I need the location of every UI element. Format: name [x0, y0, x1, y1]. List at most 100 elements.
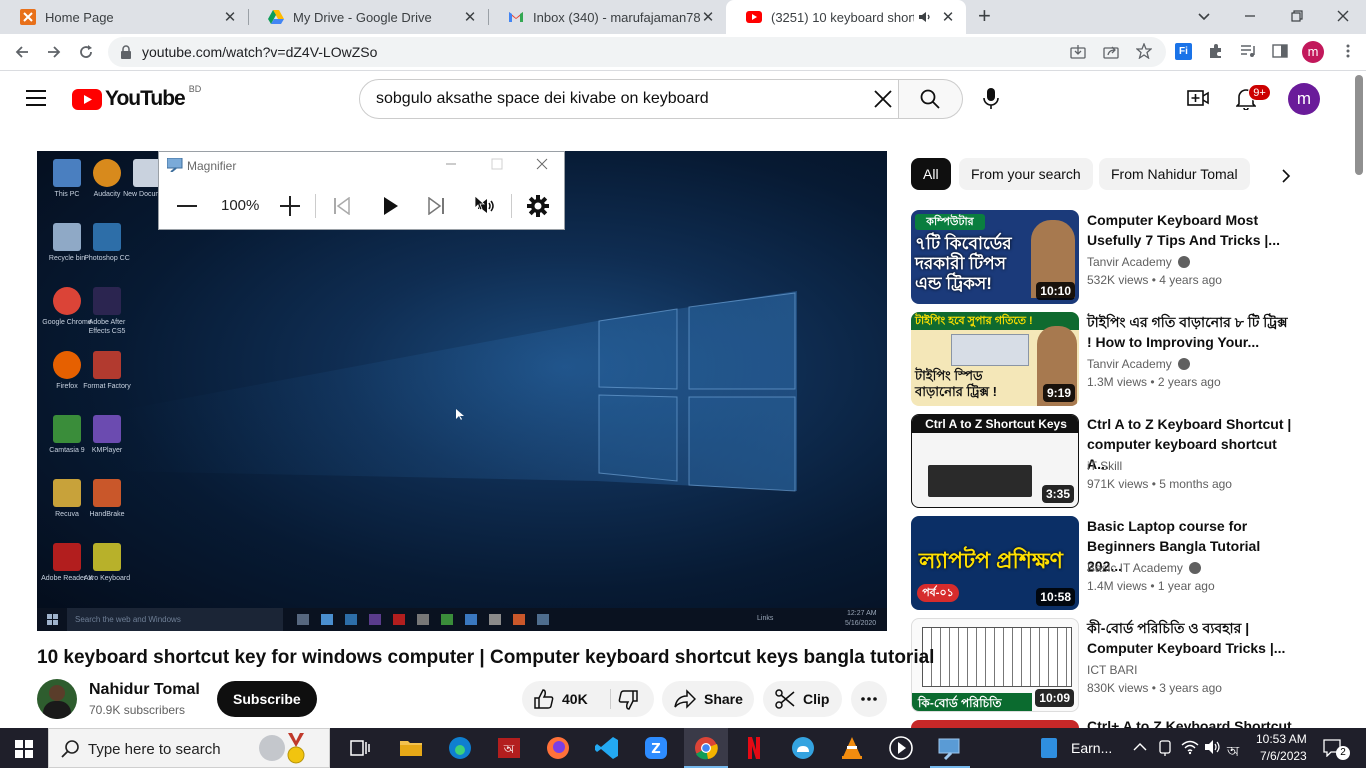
- magnifier-close-button[interactable]: [536, 158, 548, 170]
- voice-search-microphone-icon[interactable]: [983, 88, 999, 110]
- channel-name[interactable]: Nahidur Tomal: [89, 681, 200, 699]
- like-thumb-icon[interactable]: [534, 689, 554, 709]
- lock-icon[interactable]: [120, 45, 132, 59]
- read-aloud-speaker-icon[interactable]: [475, 196, 497, 216]
- reload-icon[interactable]: [78, 44, 94, 60]
- minimize-window-button[interactable]: [1242, 8, 1258, 24]
- video-thumbnail[interactable]: ল্যাপটপ প্রশিক্ষণ পর্ব-০১ 10:58: [911, 516, 1079, 610]
- magnifier-window[interactable]: Magnifier 100%: [158, 151, 565, 230]
- channel-name[interactable]: iT Skill: [1087, 459, 1122, 473]
- tab-home-page[interactable]: Home Page ✕: [0, 0, 248, 34]
- app-red-grid-icon[interactable]: অ: [495, 734, 523, 762]
- hamburger-menu-icon[interactable]: [26, 89, 46, 107]
- close-tab-icon[interactable]: ✕: [222, 9, 238, 26]
- video-thumbnail[interactable]: [911, 720, 1079, 728]
- close-window-button[interactable]: [1335, 8, 1351, 24]
- create-video-icon[interactable]: [1187, 89, 1209, 107]
- zoom-in-button[interactable]: [279, 195, 301, 217]
- close-tab-icon[interactable]: ✕: [700, 9, 716, 26]
- close-tab-icon[interactable]: ✕: [462, 9, 478, 26]
- clip-button[interactable]: Clip: [763, 681, 842, 717]
- suggested-video[interactable]: টাইপিং হবে সুপার গতিতে ! টাইপিং স্পিড বা…: [911, 312, 1311, 406]
- taskbar-clock-date[interactable]: 7/6/2023: [1260, 749, 1307, 763]
- magnifier-taskbar-icon[interactable]: [936, 734, 964, 762]
- next-track-icon[interactable]: [427, 197, 445, 215]
- windows-start-icon[interactable]: [15, 740, 33, 758]
- channel-name[interactable]: Basic IT Academy: [1087, 561, 1201, 575]
- suggested-video[interactable]: Ctrl A to Z Shortcut Keys 3:35 Ctrl A to…: [911, 414, 1311, 508]
- channel-name[interactable]: ICT BARI: [1087, 663, 1137, 677]
- chip-from-channel[interactable]: From Nahidur Tomal: [1099, 158, 1250, 190]
- page-scrollbar-thumb[interactable]: [1355, 75, 1363, 175]
- clear-search-icon[interactable]: [874, 90, 892, 108]
- share-page-icon[interactable]: [1103, 44, 1119, 60]
- restore-window-button[interactable]: [1289, 8, 1305, 24]
- forward-arrow-icon[interactable]: [46, 44, 62, 60]
- video-thumbnail[interactable]: টাইপিং হবে সুপার গতিতে ! টাইপিং স্পিড বা…: [911, 312, 1079, 406]
- play-icon[interactable]: [383, 196, 399, 216]
- extension-fi-icon[interactable]: Fi: [1175, 43, 1192, 60]
- tab-audio-playing-icon[interactable]: [918, 10, 932, 24]
- bookmark-star-icon[interactable]: [1136, 43, 1152, 59]
- video-thumbnail[interactable]: Ctrl A to Z Shortcut Keys 3:35: [911, 414, 1079, 508]
- task-view-icon[interactable]: [346, 734, 374, 762]
- zoom-app-icon[interactable]: Z: [642, 734, 670, 762]
- video-thumbnail[interactable]: কি-বোর্ড পরিচিতি 10:09: [911, 618, 1079, 712]
- channel-avatar[interactable]: [37, 679, 77, 719]
- install-app-icon[interactable]: [1070, 44, 1086, 60]
- media-controls-icon[interactable]: [1240, 43, 1256, 59]
- youtube-search-input[interactable]: sobgulo aksathe space dei kivabe on keyb…: [359, 79, 899, 119]
- browser-menu-icon[interactable]: [1340, 43, 1356, 59]
- suggested-video[interactable]: কম্পিউটার ৭টি কিবোর্ডের দরকারী টিপস এন্ড…: [911, 210, 1311, 304]
- show-hidden-icons-chevron-icon[interactable]: [1133, 741, 1147, 753]
- file-explorer-icon[interactable]: [397, 734, 425, 762]
- device-icon[interactable]: [1157, 739, 1173, 757]
- wifi-icon[interactable]: [1181, 739, 1199, 755]
- search-button[interactable]: [899, 79, 963, 119]
- volume-icon[interactable]: [1204, 739, 1222, 755]
- chip-all[interactable]: All: [911, 158, 951, 190]
- suggested-video-partial[interactable]: Ctrl+ A to Z Keyboard Shortcut: [911, 720, 1311, 728]
- more-actions-button[interactable]: [851, 681, 887, 717]
- share-button[interactable]: Share: [662, 681, 754, 717]
- video-title[interactable]: টাইপিং এর গতি বাড়ানোর ৮ টি ট্রিক্স ! Ho…: [1087, 312, 1292, 352]
- magnifier-minimize-button[interactable]: [445, 158, 457, 170]
- video-title[interactable]: Ctrl+ A to Z Keyboard Shortcut: [1087, 720, 1292, 728]
- dislike-thumb-icon[interactable]: [618, 690, 638, 710]
- taskbar-search-box[interactable]: Type here to search: [48, 728, 330, 768]
- channel-name[interactable]: Tanvir Academy: [1087, 255, 1190, 269]
- tab-gmail-inbox[interactable]: Inbox (340) - marufajaman78@gm ✕: [488, 0, 726, 34]
- tab-google-drive[interactable]: My Drive - Google Drive ✕: [248, 0, 488, 34]
- taskbar-clock-time[interactable]: 10:53 AM: [1256, 732, 1307, 746]
- back-arrow-icon[interactable]: [14, 44, 30, 60]
- tab-search-chevron-down-icon[interactable]: [1196, 8, 1212, 24]
- video-title[interactable]: কী-বোর্ড পরিচিতি ও ব্যবহার | Computer Ke…: [1087, 618, 1292, 658]
- chrome-icon[interactable]: [692, 734, 720, 762]
- edge-browser-icon[interactable]: [446, 734, 474, 762]
- chips-next-chevron-icon[interactable]: [1280, 168, 1292, 184]
- magnifier-maximize-button[interactable]: [491, 158, 503, 170]
- profile-avatar[interactable]: m: [1302, 41, 1324, 63]
- video-title[interactable]: Computer Keyboard Most Usefully 7 Tips A…: [1087, 210, 1292, 250]
- app-cloud-icon[interactable]: [789, 734, 817, 762]
- side-panel-icon[interactable]: [1272, 43, 1288, 59]
- account-avatar[interactable]: m: [1288, 83, 1320, 115]
- weather-widget[interactable]: Earn...: [1035, 728, 1120, 768]
- suggested-video[interactable]: কি-বোর্ড পরিচিতি 10:09 কী-বোর্ড পরিচিতি …: [911, 618, 1311, 712]
- channel-name[interactable]: Tanvir Academy: [1087, 357, 1190, 371]
- zoom-out-button[interactable]: [177, 204, 197, 208]
- input-language-icon[interactable]: অ: [1227, 740, 1239, 764]
- youtube-logo[interactable]: YouTube BD: [72, 84, 201, 111]
- like-count[interactable]: 40K: [562, 691, 588, 707]
- media-player-icon[interactable]: [887, 734, 915, 762]
- suggested-video[interactable]: ল্যাপটপ প্রশিক্ষণ পর্ব-০১ 10:58 Basic La…: [911, 516, 1311, 610]
- previous-track-icon[interactable]: [333, 197, 351, 215]
- video-thumbnail[interactable]: কম্পিউটার ৭টি কিবোর্ডের দরকারী টিপস এন্ড…: [911, 210, 1079, 304]
- settings-gear-icon[interactable]: [527, 195, 549, 217]
- extensions-puzzle-icon[interactable]: [1208, 43, 1224, 59]
- close-tab-icon[interactable]: ✕: [940, 9, 956, 26]
- new-tab-button[interactable]: +: [978, 5, 996, 27]
- tab-youtube-active[interactable]: (3251) 10 keyboard shortcut ✕: [726, 0, 966, 34]
- netflix-icon[interactable]: [740, 734, 768, 762]
- vscode-icon[interactable]: [593, 734, 621, 762]
